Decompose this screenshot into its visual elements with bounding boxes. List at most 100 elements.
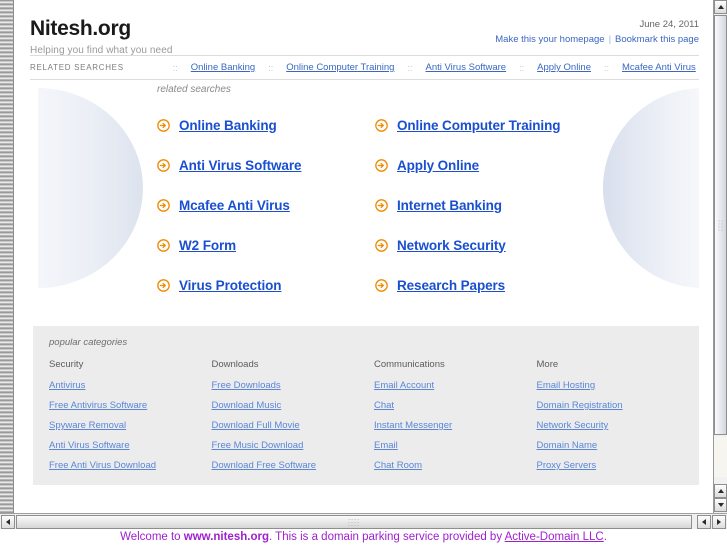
category-link[interactable]: Chat Room (374, 460, 537, 471)
triangle-up-icon (717, 489, 724, 493)
popular-categories-section: popular categories Security Antivirus Fr… (33, 326, 699, 485)
header-date: June 24, 2011 (639, 19, 699, 30)
triangle-up-icon (717, 5, 724, 9)
scroll-up-button-bottom[interactable] (714, 484, 727, 498)
footer-message: Welcome to www.nitesh.org. This is a dom… (120, 531, 607, 543)
arrow-circle-right-icon (375, 158, 388, 172)
scrollbar-grip-icon (347, 518, 361, 526)
related-searches-caption: related searches (157, 84, 231, 95)
left-gutter-edge (13, 0, 14, 513)
triangle-left-icon (702, 519, 706, 525)
hero-left-column: Online Banking Anti Virus Software Mcafe… (157, 105, 375, 305)
hero-item[interactable]: Internet Banking (375, 185, 593, 225)
hero-link-label[interactable]: Research Papers (397, 278, 505, 293)
category-link[interactable]: Spyware Removal (49, 420, 212, 431)
related-sep-1: :: (268, 62, 274, 73)
category-link[interactable]: Domain Registration (537, 400, 700, 411)
related-sep-3: :: (519, 62, 525, 73)
horizontal-scrollbar[interactable] (0, 513, 727, 529)
category-link[interactable]: Free Antivirus Software (49, 400, 212, 411)
left-gutter-artifact (0, 0, 13, 513)
hero-item[interactable]: Anti Virus Software (157, 145, 375, 185)
hero-item[interactable]: Online Computer Training (375, 105, 593, 145)
category-heading: Security (49, 359, 84, 370)
category-link[interactable]: Download Music (212, 400, 375, 411)
category-link[interactable]: Domain Name (537, 440, 700, 451)
related-searches-bar: RELATED SEARCHES :: Online Banking :: On… (30, 55, 699, 80)
vertical-scrollbar[interactable] (713, 0, 727, 513)
category-link[interactable]: Free Anti Virus Download (49, 460, 212, 471)
category-link[interactable]: Antivirus (49, 380, 212, 391)
scroll-left-button-end[interactable] (697, 515, 711, 529)
scroll-right-button[interactable] (712, 515, 726, 529)
related-searches-section: related searches Online Banking Anti Vir… (30, 80, 699, 318)
scroll-up-button[interactable] (714, 0, 727, 14)
vertical-scrollbar-thumb[interactable] (714, 15, 727, 435)
hero-link-label[interactable]: W2 Form (179, 238, 236, 253)
category-link[interactable]: Download Full Movie (212, 420, 375, 431)
category-link[interactable]: Download Free Software (212, 460, 375, 471)
arrow-circle-right-icon (157, 118, 170, 132)
hero-link-label[interactable]: Anti Virus Software (179, 158, 301, 173)
arrow-circle-right-icon (157, 158, 170, 172)
related-search-link-online-computer-training[interactable]: Online Computer Training (286, 62, 394, 73)
arrow-circle-right-icon (375, 238, 388, 252)
category-link[interactable]: Free Downloads (212, 380, 375, 391)
category-link[interactable]: Email Account (374, 380, 537, 391)
bookmark-page-link[interactable]: Bookmark this page (615, 34, 699, 45)
vertical-scrollbar-track[interactable] (714, 437, 727, 477)
hero-link-label[interactable]: Online Computer Training (397, 118, 560, 133)
hero-item[interactable]: Apply Online (375, 145, 593, 185)
related-sep-2: :: (407, 62, 413, 73)
hero-item[interactable]: Mcafee Anti Virus (157, 185, 375, 225)
horizontal-scrollbar-thumb[interactable] (16, 515, 692, 529)
category-link[interactable]: Email (374, 440, 537, 451)
popular-categories-caption: popular categories (49, 337, 128, 348)
category-link[interactable]: Anti Virus Software (49, 440, 212, 451)
header-link-separator: | (608, 34, 612, 45)
triangle-right-icon (717, 519, 721, 525)
parking-page: Nitesh.org Helping you find what you nee… (14, 0, 713, 485)
category-link[interactable]: Instant Messenger (374, 420, 537, 431)
category-link[interactable]: Network Security (537, 420, 700, 431)
hero-item[interactable]: Virus Protection (157, 265, 375, 305)
hero-item[interactable]: Research Papers (375, 265, 593, 305)
category-link[interactable]: Email Hosting (537, 380, 700, 391)
hero-link-label[interactable]: Internet Banking (397, 198, 502, 213)
scroll-down-button[interactable] (714, 498, 727, 512)
hero-item[interactable]: Network Security (375, 225, 593, 265)
category-link[interactable]: Chat (374, 400, 537, 411)
category-heading: More (536, 359, 559, 370)
hero-item[interactable]: W2 Form (157, 225, 375, 265)
hero-right-column: Online Computer Training Apply Online In… (375, 105, 593, 305)
category-column-security: Security Antivirus Free Antivirus Softwa… (49, 359, 212, 471)
footer-domain: www.nitesh.org (183, 531, 269, 543)
header-right-block: June 24, 2011 Make this your homepage | Bo… (495, 19, 699, 45)
footer-suffix: . (603, 531, 607, 543)
hero-link-label[interactable]: Virus Protection (179, 278, 282, 293)
page-viewport: Nitesh.org Helping you find what you nee… (14, 0, 713, 513)
footer-provider-link[interactable]: Active-Domain LLC (505, 531, 604, 543)
scroll-left-button[interactable] (1, 515, 15, 529)
related-searches-items: :: Online Banking :: Online Computer Tra… (160, 62, 696, 73)
hero-link-label[interactable]: Network Security (397, 238, 506, 253)
arrow-circle-right-icon (157, 198, 170, 212)
triangle-down-icon (717, 503, 724, 507)
category-link[interactable]: Free Music Download (212, 440, 375, 451)
related-sep-0: :: (172, 62, 178, 73)
related-sep-4: :: (604, 62, 610, 73)
related-searches-label: RELATED SEARCHES (30, 63, 124, 72)
category-link[interactable]: Proxy Servers (537, 460, 700, 471)
footer-prefix: Welcome to (120, 531, 184, 543)
related-search-link-online-banking[interactable]: Online Banking (191, 62, 255, 73)
hero-item[interactable]: Online Banking (157, 105, 375, 145)
make-homepage-link[interactable]: Make this your homepage (495, 34, 604, 45)
related-search-link-apply-online[interactable]: Apply Online (537, 62, 591, 73)
related-search-link-mcafee-anti-virus[interactable]: Mcafee Anti Virus (622, 62, 696, 73)
hero-link-label[interactable]: Mcafee Anti Virus (179, 198, 290, 213)
page-header: Nitesh.org Helping you find what you nee… (14, 0, 713, 57)
related-search-link-anti-virus-software[interactable]: Anti Virus Software (425, 62, 506, 73)
hero-link-label[interactable]: Apply Online (397, 158, 479, 173)
arrow-circle-right-icon (375, 278, 388, 292)
hero-link-label[interactable]: Online Banking (179, 118, 277, 133)
